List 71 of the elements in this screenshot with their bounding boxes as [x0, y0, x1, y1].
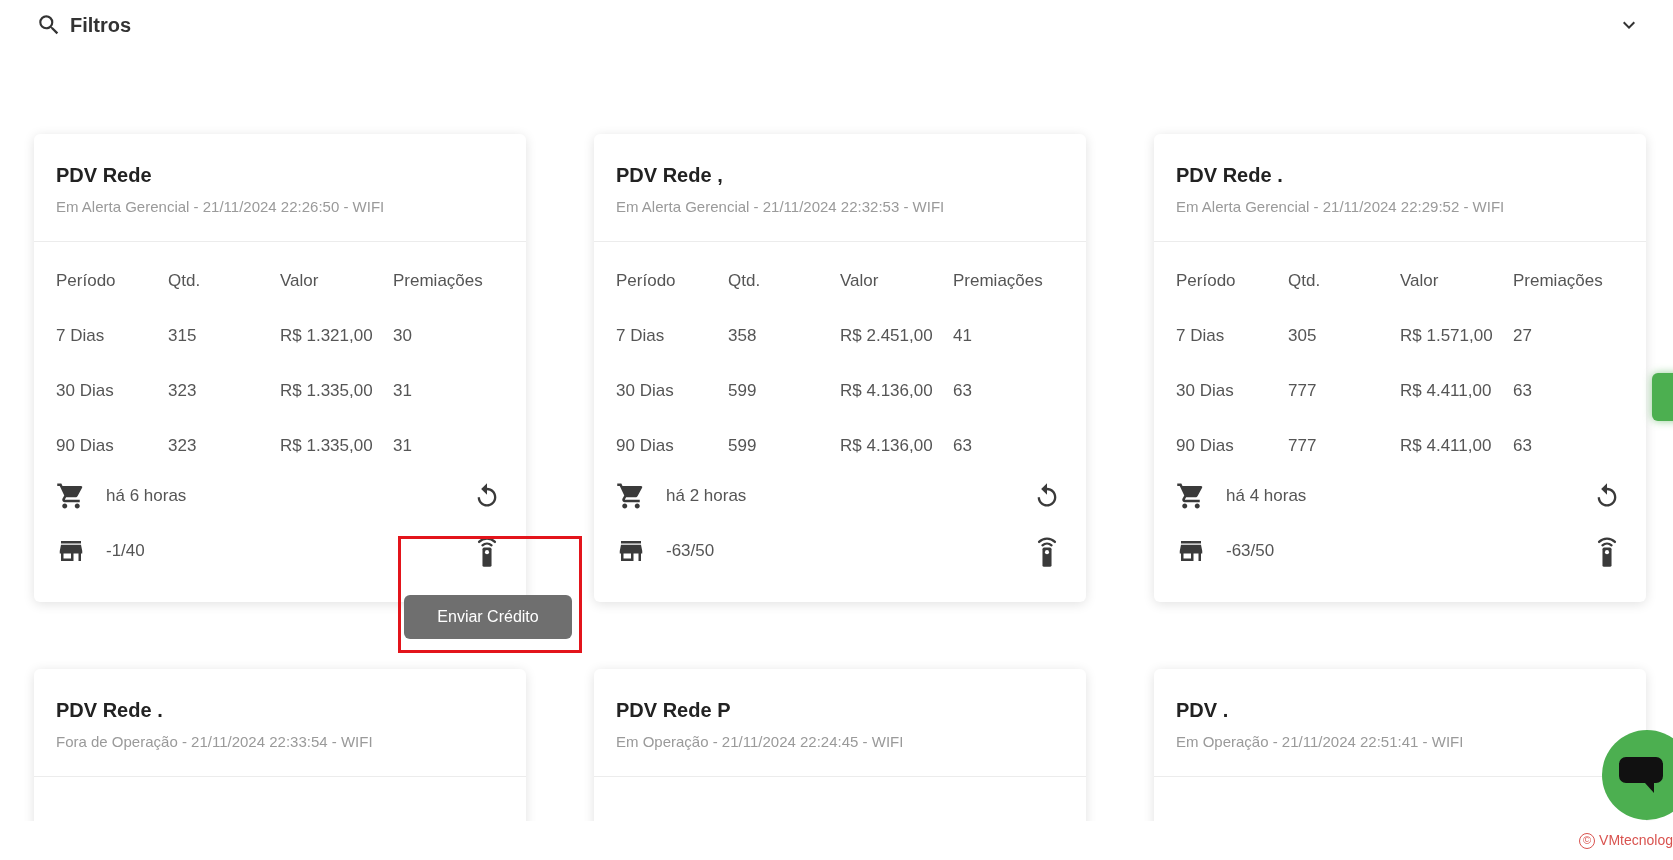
- card-title: PDV Rede .: [56, 698, 164, 723]
- table-cell-text: R$ 2.451,00: [840, 324, 934, 347]
- table-cell-text: 315: [168, 324, 198, 347]
- card-subtitle: Em Operação - 21/11/2024 22:51:41 - WIFI: [1176, 732, 1465, 752]
- card-subtitle: Em Alerta Gerencial - 21/11/2024 22:32:53 - WIFI: [616, 197, 946, 217]
- table-cell-text: 777: [1288, 379, 1318, 402]
- table-cell-text: 7 Dias: [1176, 324, 1226, 347]
- table-cell-text: 30 Dias: [56, 379, 115, 402]
- table-cell-text: R$ 1.321,00: [280, 324, 374, 347]
- table-cell-text: 30: [393, 324, 412, 347]
- card-subtitle: Em Operação - 21/11/2024 22:24:45 - WIFI: [616, 732, 905, 752]
- column-header: Período: [1176, 269, 1237, 292]
- table-cell-text: 41: [953, 324, 972, 347]
- table-cell-text: 777: [1288, 434, 1318, 457]
- card-subtitle: Fora de Operação - 21/11/2024 22:33:54 - WIFI: [56, 732, 374, 752]
- card-title: PDV Rede: [56, 163, 153, 188]
- last-sale-text: há 4 horas: [1226, 484, 1307, 507]
- table-cell-text: R$ 1.335,00: [280, 379, 374, 402]
- table-cell-text: R$ 1.571,00: [1400, 324, 1494, 347]
- chat-icon: [1618, 755, 1664, 795]
- last-sale-text: há 2 horas: [666, 484, 747, 507]
- table-cell-text: 305: [1288, 324, 1318, 347]
- column-header: Valor: [840, 269, 880, 292]
- table-cell-text: 599: [728, 434, 758, 457]
- machines-text: -63/50: [1226, 539, 1275, 562]
- card-title: PDV Rede P: [616, 698, 732, 723]
- machines-text: -63/50: [666, 539, 715, 562]
- table-cell-text: 90 Dias: [56, 434, 115, 457]
- table-cell-text: 63: [953, 379, 972, 402]
- table-cell-text: 31: [393, 434, 412, 457]
- column-header: Período: [616, 269, 677, 292]
- column-header: Qtd.: [728, 269, 762, 292]
- column-header: Qtd.: [168, 269, 202, 292]
- table-cell-text: 323: [168, 434, 198, 457]
- table-cell-text: 323: [168, 379, 198, 402]
- table-cell-text: 7 Dias: [616, 324, 666, 347]
- card-subtitle: Em Alerta Gerencial - 21/11/2024 22:29:52 - WIFI: [1176, 197, 1506, 217]
- card-title: PDV Rede ,: [616, 163, 724, 188]
- column-header: Premiações: [393, 269, 483, 292]
- table-cell-text: 31: [393, 379, 412, 402]
- filters-title: Filtros: [70, 13, 132, 38]
- card-title: PDV .: [1176, 698, 1230, 723]
- table-cell-text: 90 Dias: [1176, 434, 1235, 457]
- table-cell-text: 7 Dias: [56, 324, 106, 347]
- table-cell-text: 63: [1513, 434, 1532, 457]
- column-header: Qtd.: [1288, 269, 1322, 292]
- machines-text: -1/40: [106, 539, 145, 562]
- table-cell-text: R$ 4.136,00: [840, 434, 934, 457]
- card-title: PDV Rede .: [1176, 163, 1284, 188]
- column-header: Valor: [1400, 269, 1440, 292]
- table-cell-text: R$ 4.411,00: [1400, 434, 1493, 457]
- table-cell-text: R$ 4.411,00: [1400, 379, 1493, 402]
- table-cell-text: 27: [1513, 324, 1532, 347]
- card-subtitle: Em Alerta Gerencial - 21/11/2024 22:26:50 - WIFI: [56, 197, 386, 217]
- column-header: Período: [56, 269, 117, 292]
- table-cell-text: 90 Dias: [616, 434, 675, 457]
- last-sale-text: há 6 horas: [106, 484, 187, 507]
- table-cell-text: 30 Dias: [616, 379, 675, 402]
- table-cell-text: 599: [728, 379, 758, 402]
- filters-bar[interactable]: Filtros: [0, 0, 1673, 50]
- tooltip: Enviar Crédito: [404, 595, 572, 639]
- table-cell-text: R$ 1.335,00: [280, 434, 374, 457]
- column-header: Premiações: [1513, 269, 1603, 292]
- table-cell-text: 63: [953, 434, 972, 457]
- footer-text: VMtecnolog: [1599, 831, 1673, 850]
- table-cell-text: 63: [1513, 379, 1532, 402]
- table-cell-text: 358: [728, 324, 758, 347]
- table-cell-text: 30 Dias: [1176, 379, 1235, 402]
- table-cell-text: R$ 4.136,00: [840, 379, 934, 402]
- column-header: Premiações: [953, 269, 1043, 292]
- column-header: Valor: [280, 269, 320, 292]
